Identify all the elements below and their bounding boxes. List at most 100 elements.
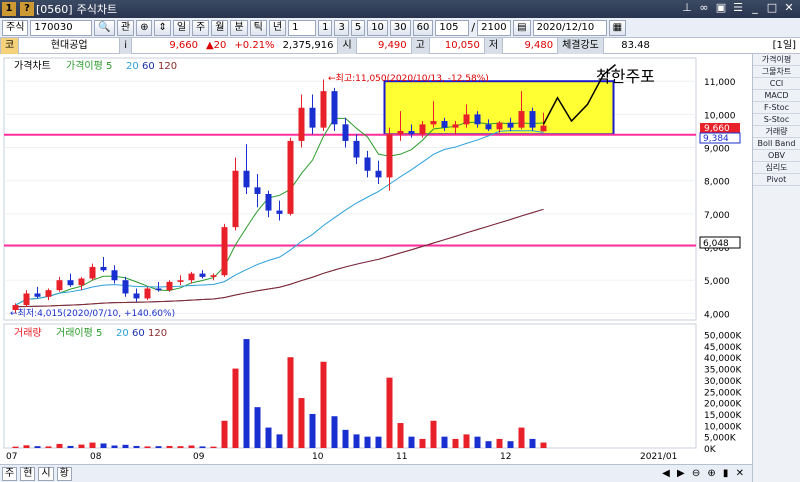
indicator-3[interactable]: MACD (753, 90, 800, 102)
period-tab-1[interactable]: 주 (192, 19, 210, 36)
period-tab-3[interactable]: 분 (230, 19, 248, 36)
bottom-tab-2[interactable]: 시 (38, 466, 54, 481)
window-code: [0560] (36, 2, 73, 16)
volume-bar (78, 444, 85, 448)
maximize-icon[interactable]: □ (765, 1, 779, 15)
volume-bar (100, 443, 107, 448)
link-icon[interactable]: ∞ (697, 1, 711, 15)
volume-bar (45, 446, 52, 448)
volume-bar (463, 434, 470, 448)
indicator-6[interactable]: 거래량 (753, 126, 800, 138)
volume-bar (408, 436, 415, 448)
x-tick: 07 (6, 452, 17, 462)
volume-bar (419, 438, 426, 448)
candle-body (397, 130, 404, 135)
pin-icon[interactable]: ⊥ (680, 1, 694, 15)
indicator-4[interactable]: F-Stoc (753, 102, 800, 114)
price-tick: 11,000 (704, 78, 736, 88)
period-tab-0[interactable]: 일 (172, 19, 191, 36)
candle-body (89, 266, 96, 279)
volume-tick: 15,000K (704, 411, 742, 421)
min-note: ←최저:4,015(2020/07/10, +140.60%) (10, 308, 175, 319)
candle-body (507, 122, 514, 128)
annotation-text: 착한주포 (596, 67, 655, 86)
strength-label: 체결강도 (557, 37, 604, 54)
bottom-tab-0[interactable]: 주 (2, 466, 18, 481)
indicator-1[interactable]: 그물차트 (753, 66, 800, 78)
candle-body (342, 124, 349, 141)
info-icon[interactable]: i (119, 37, 132, 54)
stock-name: 현대공업 (50, 39, 88, 51)
volume-tick: 40,000K (704, 354, 742, 364)
volume-bar (298, 398, 305, 448)
indicator-9[interactable]: 심리도 (753, 162, 800, 174)
indicator-2[interactable]: CCI (753, 78, 800, 90)
lock-icon[interactable]: ▣ (714, 1, 728, 15)
indicator-7[interactable]: Boll Band (753, 138, 800, 150)
indicator-10[interactable]: Pivot (753, 174, 800, 186)
volume-bar (529, 438, 536, 448)
high-label: 고 (410, 37, 430, 54)
price-tick: 7,000 (704, 211, 730, 221)
x-tick: 09 (193, 452, 205, 462)
price-change: ▲20 (205, 39, 227, 51)
candle-body (210, 275, 217, 277)
date-input[interactable]: 2020/12/10 (532, 19, 607, 36)
candle-body (34, 293, 41, 297)
candle-body (23, 293, 30, 306)
candle-body (243, 170, 250, 188)
volume-bar (452, 438, 459, 448)
volume-tick: 35,000K (704, 366, 742, 376)
low-label: 저 (483, 37, 504, 54)
toolbar: 주식 170030 🔍 관 ⊕ ⇕ 일 주 월 분 틱 년 1 1 3 5 10… (0, 18, 800, 38)
minute-button-30[interactable]: 30 (389, 19, 411, 36)
candle-body (419, 124, 426, 135)
app-icon: 1 (2, 2, 16, 16)
volume-bar (34, 446, 41, 448)
indicator-0[interactable]: 가격이평 (753, 54, 800, 66)
total-input[interactable]: 2100 (477, 19, 512, 36)
minute-button-60[interactable]: 60 (412, 19, 434, 36)
search-icon[interactable]: 🔍 (94, 19, 115, 36)
help-icon[interactable]: ? (20, 2, 34, 16)
watch-button[interactable]: 관 (116, 19, 135, 36)
settings-icon[interactable]: ☰ (731, 1, 745, 15)
candle-body (518, 111, 525, 128)
period-tab-2[interactable]: 월 (211, 19, 229, 36)
candle-body (496, 122, 503, 130)
candle-body (199, 273, 206, 277)
bottom-tab-1[interactable]: 현 (20, 466, 36, 481)
calc-icon[interactable]: ⊕ (136, 19, 153, 36)
zoom-input[interactable]: 105 (435, 19, 470, 36)
period-tab-5[interactable]: 년 (268, 19, 287, 36)
chart-area[interactable]: 11,000 10,000 9,000 8,000 7,000 6,000 5,000 4,0… (0, 54, 752, 464)
minute-button-3[interactable]: 3 (334, 19, 349, 36)
candle-body (155, 288, 162, 291)
calendar-icon[interactable]: ▦ (608, 19, 627, 36)
minimize-icon[interactable]: _ (748, 1, 762, 15)
save-icon[interactable]: ▤ (513, 19, 531, 36)
volume-bar (122, 444, 129, 448)
bottom-tab-3[interactable]: 황 (56, 466, 72, 481)
code-input[interactable]: 170030 (30, 19, 93, 36)
legend-ma20: 20 (126, 61, 139, 72)
updown-icon[interactable]: ⇕ (154, 19, 171, 36)
candle-body (177, 280, 184, 282)
indicator-8[interactable]: OBV (753, 150, 800, 162)
count-select[interactable]: 1 (288, 19, 317, 36)
indicator-5[interactable]: S-Stoc (753, 114, 800, 126)
close-icon[interactable]: ✕ (782, 1, 796, 15)
candle-body (386, 134, 393, 178)
volume-bar (485, 441, 492, 448)
scroll-controls[interactable]: ◀ ▶ ⊖ ⊕ ▮ ✕ (662, 468, 746, 479)
minute-button-1[interactable]: 1 (318, 19, 333, 36)
volume-bar (243, 339, 250, 448)
minute-button-5[interactable]: 5 (350, 19, 366, 36)
stock-chart[interactable]: 11,00010,0009,0008,0007,0006,0005,0004,0… (0, 54, 752, 464)
volume-bar (276, 434, 283, 448)
period-tab-4[interactable]: 틱 (249, 19, 267, 36)
candle-body (529, 111, 536, 128)
minute-button-10[interactable]: 10 (367, 19, 388, 36)
market-select[interactable]: 주식 (2, 19, 29, 36)
volume-tick: 10,000K (704, 422, 742, 432)
